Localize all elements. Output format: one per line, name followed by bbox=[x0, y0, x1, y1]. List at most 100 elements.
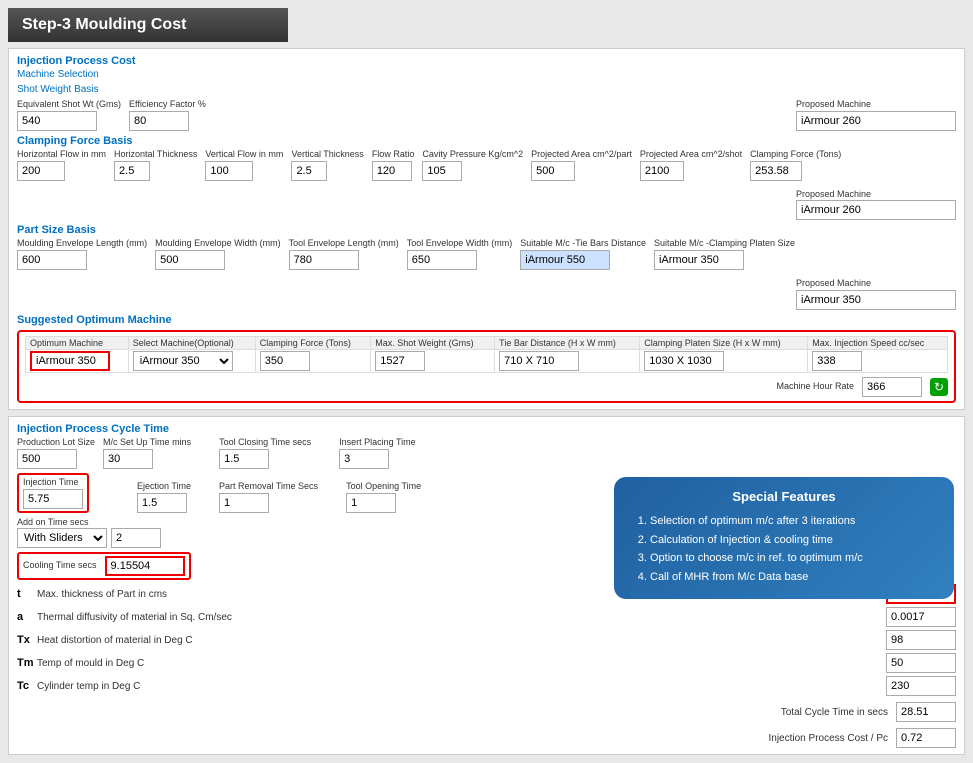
insert-placing-group: Insert Placing Time bbox=[339, 437, 416, 469]
proposed-machine-label-1: Proposed Machine bbox=[796, 99, 956, 110]
cycle-row-1: Production Lot Size M/c Set Up Time mins… bbox=[17, 437, 956, 469]
tool-closing-input[interactable] bbox=[219, 449, 269, 469]
var-input-tx[interactable] bbox=[886, 630, 956, 650]
proposed-machine-input-3[interactable] bbox=[796, 290, 956, 310]
efficiency-factor-group: Efficiency Factor % bbox=[129, 99, 206, 131]
sf-item-2: Calculation of Injection & cooling time bbox=[650, 531, 938, 550]
tool-closing-group: Tool Closing Time secs bbox=[219, 437, 311, 469]
ps-input-2[interactable] bbox=[289, 250, 359, 270]
ps-input-0[interactable] bbox=[17, 250, 87, 270]
ps-label-1: Moulding Envelope Width (mm) bbox=[155, 238, 281, 249]
refresh-icon[interactable]: ↻ bbox=[930, 378, 948, 396]
tie-bar-val[interactable] bbox=[499, 351, 579, 371]
part-removal-group: Part Removal Time Secs bbox=[219, 481, 318, 513]
mc-setup-label: M/c Set Up Time mins bbox=[103, 437, 191, 448]
cf-input-4[interactable] bbox=[372, 161, 412, 181]
production-lot-label: Production Lot Size bbox=[17, 437, 95, 448]
proposed-machine-input-2[interactable] bbox=[796, 200, 956, 220]
injection-cost-input[interactable] bbox=[896, 728, 956, 748]
part-size-row: Moulding Envelope Length (mm) Moulding E… bbox=[17, 238, 956, 310]
cf-input-5[interactable] bbox=[422, 161, 462, 181]
equivalent-shot-wt-input[interactable] bbox=[17, 111, 97, 131]
cf-field-2: Vertical Flow in mm bbox=[205, 149, 283, 181]
part-removal-input[interactable] bbox=[219, 493, 269, 513]
injection-time-input[interactable] bbox=[23, 489, 83, 509]
proposed-machine-label-2: Proposed Machine bbox=[796, 189, 956, 200]
ps-field-5: Suitable M/c -Clamping Platen Size bbox=[654, 238, 795, 270]
cooling-time-input[interactable] bbox=[105, 556, 185, 576]
production-lot-input[interactable] bbox=[17, 449, 77, 469]
machine-selection-label: Machine Selection bbox=[17, 69, 956, 80]
add-on-time-input[interactable] bbox=[111, 528, 161, 548]
max-shot-weight-val[interactable] bbox=[375, 351, 425, 371]
ps-label-3: Tool Envelope Width (mm) bbox=[407, 238, 513, 249]
clamping-force-val[interactable] bbox=[260, 351, 310, 371]
production-lot-group: Production Lot Size bbox=[17, 437, 95, 469]
ps-input-4[interactable] bbox=[520, 250, 610, 270]
cf-input-3[interactable] bbox=[291, 161, 327, 181]
cf-input-7[interactable] bbox=[640, 161, 684, 181]
injection-process-panel: Injection Process Cost Machine Selection… bbox=[8, 48, 965, 410]
injection-speed-val[interactable] bbox=[812, 351, 862, 371]
bottom-summary: Total Cycle Time in secs bbox=[17, 702, 956, 722]
proposed-machine-group-3: Proposed Machine bbox=[796, 278, 956, 310]
var-row-tc: Tc Cylinder temp in Deg C bbox=[17, 676, 956, 696]
insert-placing-input[interactable] bbox=[339, 449, 389, 469]
cycle-time-panel: Injection Process Cycle Time Production … bbox=[8, 416, 965, 755]
cf-label-6: Projected Area cm^2/part bbox=[531, 149, 632, 160]
ps-field-4: Suitable M/c -Tie Bars Distance bbox=[520, 238, 646, 270]
cf-input-6[interactable] bbox=[531, 161, 575, 181]
cooling-time-group: Cooling Time secs bbox=[17, 552, 191, 580]
ps-input-1[interactable] bbox=[155, 250, 225, 270]
insert-placing-label: Insert Placing Time bbox=[339, 437, 416, 448]
select-machine-dropdown[interactable]: iArmour 350 bbox=[133, 351, 233, 371]
total-cycle-time-input[interactable] bbox=[896, 702, 956, 722]
proposed-machine-input-1[interactable] bbox=[796, 111, 956, 131]
proposed-machine-group-2: Proposed Machine bbox=[796, 189, 956, 221]
page-title: Step-3 Moulding Cost bbox=[8, 8, 288, 42]
sf-item-1: Selection of optimum m/c after 3 iterati… bbox=[650, 512, 938, 531]
tool-closing-label: Tool Closing Time secs bbox=[219, 437, 311, 448]
var-input-tc[interactable] bbox=[886, 676, 956, 696]
efficiency-factor-input[interactable] bbox=[129, 111, 189, 131]
col-clamping-platen: Clamping Platen Size (H x W mm) bbox=[640, 336, 808, 349]
cf-label-4: Flow Ratio bbox=[372, 149, 415, 160]
machine-hour-rate-label: Machine Hour Rate bbox=[776, 381, 854, 392]
cf-label-3: Vertical Thickness bbox=[291, 149, 363, 160]
optimum-machine-section-label: Suggested Optimum Machine bbox=[17, 314, 956, 326]
var-symbol-tx: Tx bbox=[17, 634, 37, 646]
var-input-tm[interactable] bbox=[886, 653, 956, 673]
machine-hour-rate-input[interactable] bbox=[862, 377, 922, 397]
clamping-platen-val[interactable] bbox=[644, 351, 724, 371]
mc-setup-input[interactable] bbox=[103, 449, 153, 469]
optimum-machine-section: Optimum Machine Select Machine(Optional)… bbox=[17, 330, 956, 403]
cf-field-5: Cavity Pressure Kg/cm^2 bbox=[422, 149, 523, 181]
cf-input-8[interactable] bbox=[750, 161, 802, 181]
add-on-time-dropdown[interactable]: With Sliders bbox=[17, 528, 107, 548]
ps-input-3[interactable] bbox=[407, 250, 477, 270]
cf-field-4: Flow Ratio bbox=[372, 149, 415, 181]
cf-input-1[interactable] bbox=[114, 161, 150, 181]
efficiency-factor-label: Efficiency Factor % bbox=[129, 99, 206, 110]
tool-opening-input[interactable] bbox=[346, 493, 396, 513]
injection-time-group: Injection Time bbox=[17, 473, 89, 513]
cf-input-0[interactable] bbox=[17, 161, 65, 181]
optimum-machine-input[interactable] bbox=[30, 351, 110, 371]
cf-label-5: Cavity Pressure Kg/cm^2 bbox=[422, 149, 523, 160]
add-on-time-group: Add on Time secs With Sliders bbox=[17, 517, 161, 549]
injection-time-label: Injection Time bbox=[23, 477, 83, 488]
shot-weight-row: Equivalent Shot Wt (Gms) Efficiency Fact… bbox=[17, 99, 956, 131]
ejection-time-label: Ejection Time bbox=[137, 481, 191, 492]
ps-input-5[interactable] bbox=[654, 250, 744, 270]
ps-label-5: Suitable M/c -Clamping Platen Size bbox=[654, 238, 795, 249]
cf-field-7: Projected Area cm^2/shot bbox=[640, 149, 742, 181]
ejection-time-input[interactable] bbox=[137, 493, 187, 513]
part-removal-label: Part Removal Time Secs bbox=[219, 481, 318, 492]
ejection-time-group: Ejection Time bbox=[137, 481, 191, 513]
tool-opening-group: Tool Opening Time bbox=[346, 481, 421, 513]
cf-input-2[interactable] bbox=[205, 161, 253, 181]
var-desc-tc: Cylinder temp in Deg C bbox=[37, 681, 886, 692]
var-symbol-tc: Tc bbox=[17, 680, 37, 692]
var-desc-tx: Heat distortion of material in Deg C bbox=[37, 635, 886, 646]
var-input-a[interactable] bbox=[886, 607, 956, 627]
